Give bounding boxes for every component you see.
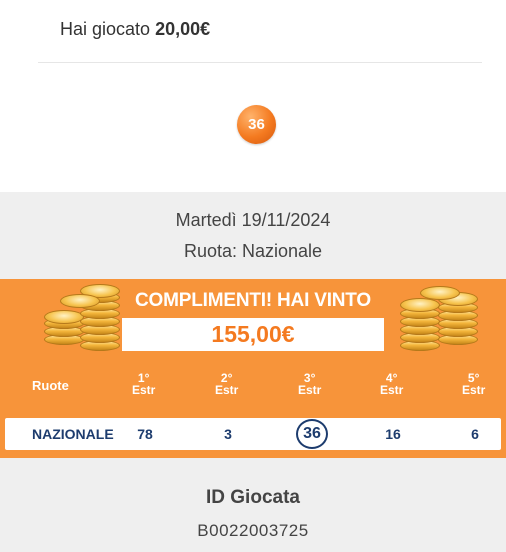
extraction-label: Estr: [215, 383, 239, 397]
extraction-label: Estr: [380, 383, 404, 397]
extracted-number-5: 6: [471, 426, 479, 442]
win-title: COMPLIMENTI! HAI VINTO: [135, 290, 371, 311]
draw-date: Martedì 19/11/2024: [175, 210, 331, 230]
extraction-header-1: 1° Estr: [132, 372, 155, 396]
divider: [38, 62, 482, 63]
played-prefix: Hai giocato: [60, 19, 151, 39]
extraction-header-3: 3° Estr: [298, 372, 321, 396]
extraction-label: Estr: [132, 383, 156, 397]
extracted-number-3-matched: 36: [296, 419, 328, 449]
played-amount-text: Hai giocato 20,00€: [60, 19, 210, 40]
extraction-label: Estr: [462, 383, 486, 397]
coin-stack-icon: [398, 284, 484, 359]
coin-stack-icon: [40, 282, 126, 357]
win-amount: 155,00€: [122, 318, 384, 351]
extracted-number-2: 3: [224, 426, 232, 442]
extraction-header-5: 5° Estr: [462, 372, 485, 396]
bet-id-value: B0022003725: [197, 521, 309, 540]
played-number-ball: 36: [237, 105, 276, 144]
extracted-number-4: 16: [385, 426, 401, 442]
played-amount: 20,00€: [155, 19, 211, 39]
ruote-header: Ruote: [32, 378, 69, 393]
draw-ruota: Ruota: Nazionale: [183, 241, 323, 261]
extraction-header-4: 4° Estr: [380, 372, 403, 396]
extraction-header-2: 2° Estr: [215, 372, 238, 396]
bet-id-label: ID Giocata: [206, 487, 300, 508]
extraction-label: Estr: [298, 383, 322, 397]
extracted-number-1: 78: [137, 426, 153, 442]
ruota-name: NAZIONALE: [32, 426, 114, 442]
